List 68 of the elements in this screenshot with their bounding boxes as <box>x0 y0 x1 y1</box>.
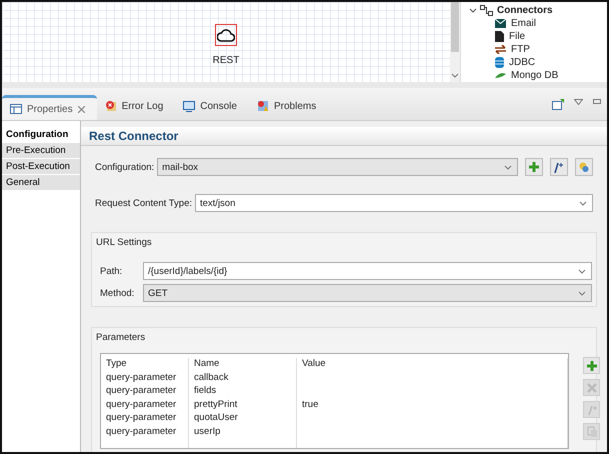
slash-star-icon <box>553 161 565 173</box>
table-cell: quotaUser <box>189 412 297 426</box>
table-cell: userIp <box>189 426 297 439</box>
envelope-icon <box>495 19 506 28</box>
palette-item[interactable]: Email <box>511 18 536 29</box>
content-type-dropdown[interactable]: text/json <box>195 194 593 212</box>
new-window-icon[interactable] <box>552 98 564 110</box>
field-label: Method: <box>100 288 136 298</box>
scrollbar[interactable] <box>450 2 460 82</box>
table-cell: true <box>297 398 568 412</box>
database-icon <box>495 57 504 68</box>
sidebar-tab[interactable]: Pre-Execution <box>2 143 80 159</box>
table-cell: query-parameter <box>101 426 189 439</box>
table-icon <box>10 104 22 114</box>
copy-icon <box>586 425 598 438</box>
table-cell: query-parameter <box>101 385 189 398</box>
palette-item[interactable]: Mongo DB <box>511 70 558 81</box>
cross-icon <box>586 381 598 394</box>
error-log-icon <box>104 100 117 112</box>
transfer-arrows-icon <box>495 45 506 54</box>
field-label: Configuration: <box>95 162 154 172</box>
cloud-node[interactable] <box>214 24 237 46</box>
view-menu-icon[interactable] <box>574 98 583 104</box>
palette-item[interactable]: JDBC <box>509 57 536 68</box>
sidebar-tab[interactable]: General <box>2 175 80 191</box>
leaf-icon <box>495 73 506 78</box>
view-tab[interactable]: Error Log <box>96 92 176 120</box>
table-cell: query-parameter <box>101 372 189 385</box>
connector-nodes-icon <box>480 5 494 16</box>
field-label: Request Content Type: <box>95 198 192 208</box>
configuration-dropdown[interactable]: mail-box <box>157 158 518 176</box>
table-cell: prettyPrint <box>189 398 297 412</box>
method-dropdown[interactable]: GET <box>143 284 592 302</box>
refresh-button[interactable] <box>575 158 593 176</box>
palette-group-label[interactable]: Connectors <box>497 5 553 16</box>
add-button[interactable] <box>525 158 543 176</box>
column-header: Value <box>297 358 568 372</box>
edit-button[interactable] <box>550 158 568 176</box>
view-tab[interactable]: Console <box>175 92 249 120</box>
close-icon[interactable] <box>78 106 85 112</box>
palette-item[interactable]: File <box>509 31 526 42</box>
document-icon <box>495 31 504 42</box>
column-header: Name <box>189 358 297 372</box>
collapse-chevron-icon[interactable] <box>469 6 477 14</box>
column-header: Type <box>101 358 189 372</box>
section-header: Rest Connector <box>81 127 607 146</box>
table-cell: query-parameter <box>101 398 189 412</box>
sidebar-tab[interactable]: Post-Execution <box>2 159 80 175</box>
refresh-icon <box>578 161 590 173</box>
palette-item[interactable]: FTP <box>511 44 530 55</box>
monitor-icon <box>183 100 196 112</box>
problems-icon <box>256 100 269 112</box>
minimize-icon[interactable] <box>593 98 601 104</box>
add-button[interactable] <box>583 357 600 374</box>
table-cell: query-parameter <box>101 412 189 426</box>
plus-icon <box>528 161 540 173</box>
view-tab[interactable]: Properties <box>2 95 97 120</box>
field-label: Path: <box>100 266 124 276</box>
group-title: Parameters <box>96 332 146 343</box>
group-title: URL Settings <box>96 237 153 248</box>
table-cell: fields <box>189 385 297 398</box>
path-dropdown[interactable]: /{userId}/labels/{id} <box>143 262 592 280</box>
slash-star-icon <box>586 403 598 416</box>
scroll-down-icon[interactable] <box>451 73 459 78</box>
node-label: REST <box>212 55 240 66</box>
plus-icon <box>586 359 598 372</box>
view-tab[interactable]: Problems <box>248 92 328 120</box>
table-cell: callback <box>189 372 297 385</box>
